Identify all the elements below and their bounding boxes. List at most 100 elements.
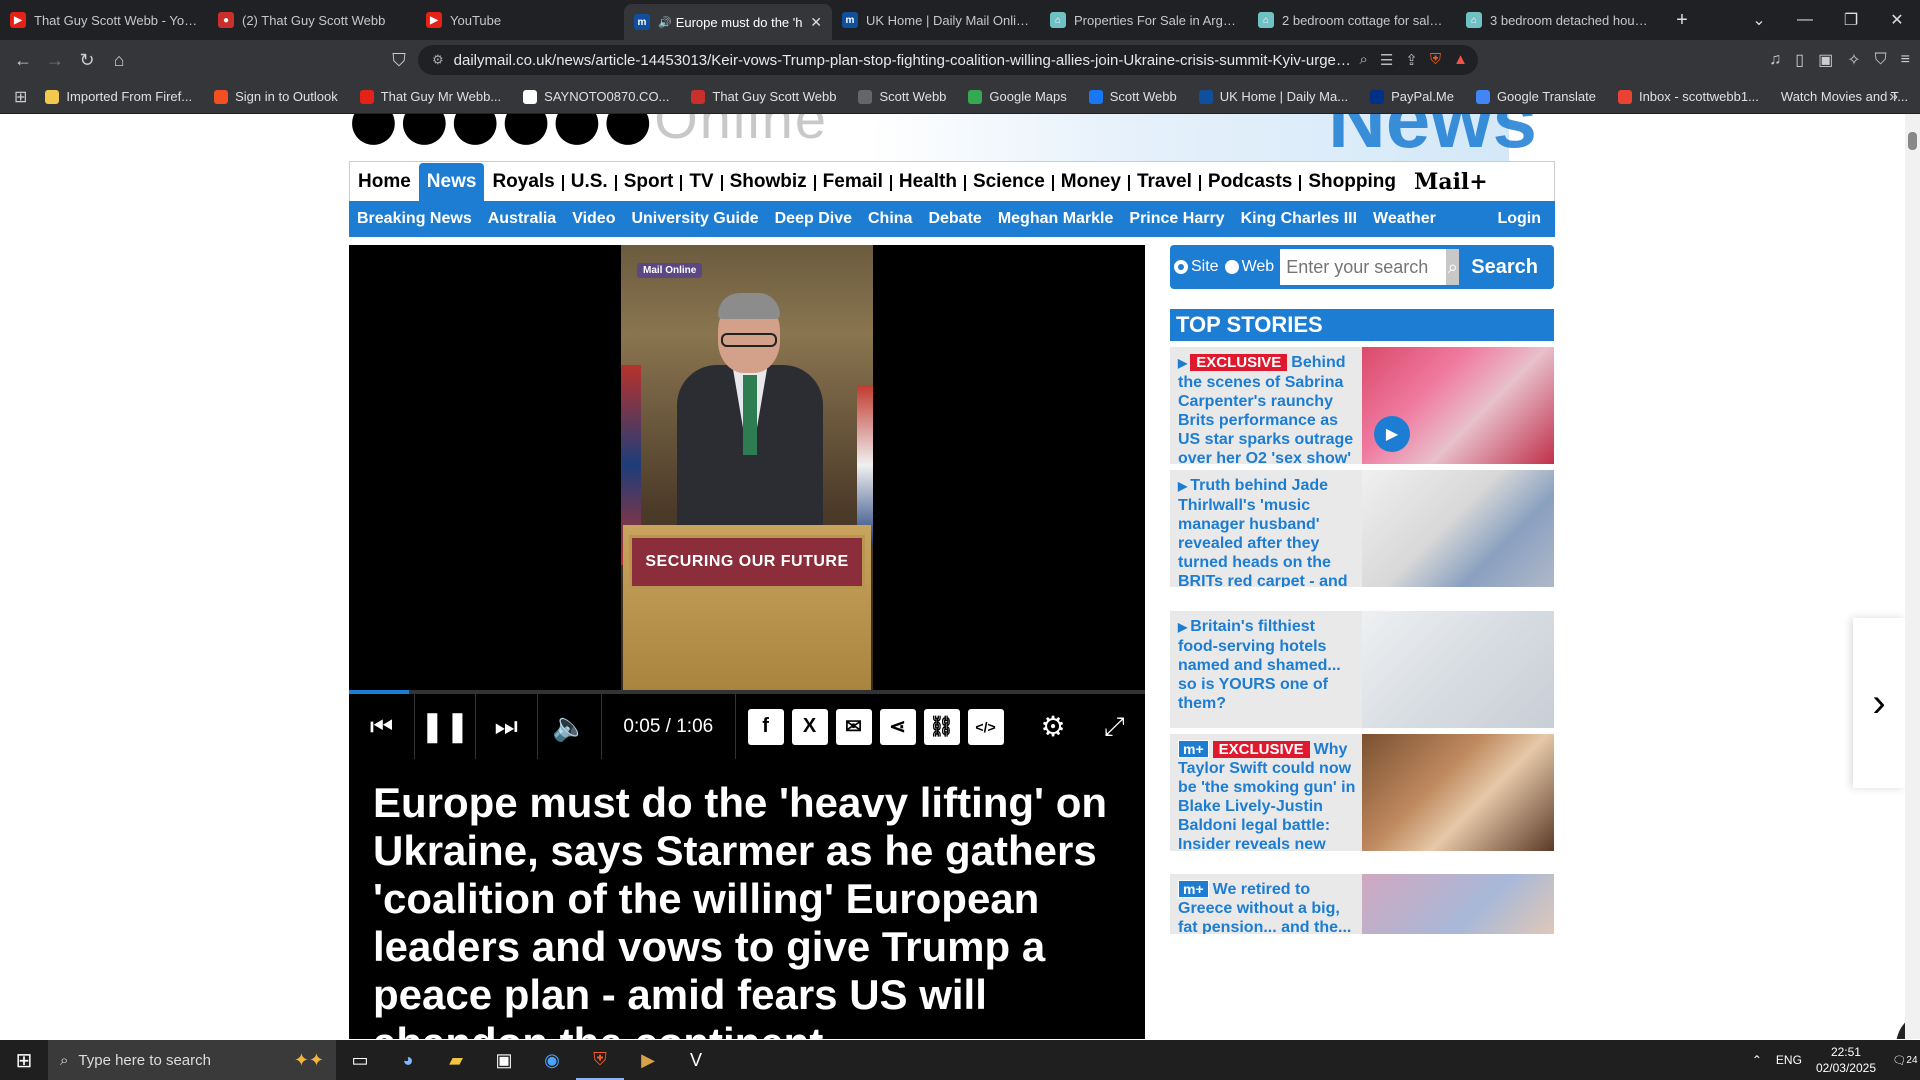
bookmark-item[interactable]: Scott Webb <box>1088 89 1177 104</box>
subnav-item-china[interactable]: China <box>868 210 912 228</box>
nav-item-travel[interactable]: Travel <box>1127 163 1200 201</box>
top-story-thumbnail[interactable] <box>1362 734 1554 851</box>
play-video-icon[interactable]: ▶ <box>1374 416 1410 452</box>
bookmark-item[interactable]: PayPal.Me <box>1370 89 1454 104</box>
reload-icon[interactable]: ↻ <box>72 45 102 75</box>
search-web-radio[interactable]: Web <box>1224 258 1274 276</box>
more-bookmarks-icon[interactable]: » <box>1889 88 1898 106</box>
bookmark-item[interactable]: Imported From Firef... <box>45 89 192 104</box>
page-scrollbar[interactable] <box>1905 114 1920 1039</box>
bookmark-page-icon[interactable]: ⛉ <box>384 45 414 75</box>
top-story-text[interactable]: ▶ Britain's filthiest food-serving hotels… <box>1178 617 1356 713</box>
brave-shields-icon[interactable]: ⛨ <box>1430 51 1441 69</box>
site-logo[interactable]: ●●●●●●Online <box>349 114 828 152</box>
file-explorer-icon[interactable]: ▰ <box>432 1040 480 1080</box>
nav-item-u-s[interactable]: U.S. <box>561 163 616 201</box>
browser-tab[interactable]: ⌂ 2 bedroom cottage for sale in <box>1248 0 1456 40</box>
floating-widget[interactable] <box>1896 1011 1905 1039</box>
subnav-item-australia[interactable]: Australia <box>488 210 556 228</box>
taskbar-search[interactable]: ⌕ Type here to search ✦✦ <box>48 1040 336 1080</box>
vivaldi-icon[interactable]: V <box>672 1040 720 1080</box>
bookmark-item[interactable]: SAYNOTO0870.CO... <box>523 89 669 104</box>
nav-item-tv[interactable]: TV <box>680 163 721 201</box>
embed-icon[interactable]: </> <box>967 708 1004 745</box>
top-story-item[interactable]: m+ We retired to Greece without a big, fa… <box>1170 874 1554 934</box>
bookmark-item[interactable]: Google Maps <box>968 89 1067 104</box>
nav-item-news[interactable]: News <box>418 162 485 201</box>
top-story-item[interactable]: ▶ Truth behind Jade Thirlwall's 'music ma… <box>1170 470 1554 587</box>
back-icon[interactable]: ← <box>8 45 38 75</box>
browser-tab[interactable]: ● (2) That Guy Scott Webb <box>208 0 416 40</box>
top-story-thumbnail[interactable] <box>1362 874 1554 934</box>
nav-item-femail[interactable]: Femail <box>813 163 891 201</box>
top-story-text[interactable]: m+ We retired to Greece without a big, fa… <box>1178 880 1356 934</box>
top-story-item[interactable]: m+ EXCLUSIVE Why Taylor Swift could now be… <box>1170 734 1554 851</box>
menu-icon[interactable]: ≡ <box>1901 51 1910 69</box>
video-player[interactable]: SECURING OUR FUTURE Mail Online ⏮ ❚❚ ⏭ 🔈… <box>349 245 1145 759</box>
brave-rewards-icon[interactable]: ▲ <box>1453 51 1468 69</box>
tab-audio-icon[interactable]: 🔊 <box>658 16 672 29</box>
address-bar[interactable]: ⚙ dailymail.co.uk/news/article-14453013/… <box>418 45 1478 75</box>
forward-icon[interactable]: → <box>40 45 70 75</box>
nav-item-shopping[interactable]: Shopping <box>1299 163 1404 201</box>
store-icon[interactable]: ▣ <box>480 1040 528 1080</box>
subnav-item-breaking-news[interactable]: Breaking News <box>357 210 472 228</box>
top-story-item[interactable]: ▶ Britain's filthiest food-serving hotels… <box>1170 611 1554 728</box>
bookmark-item[interactable]: Sign in to Outlook <box>214 89 338 104</box>
scrollbar-thumb[interactable] <box>1908 132 1917 150</box>
url-text[interactable]: dailymail.co.uk/news/article-14453013/Ke… <box>454 52 1354 69</box>
site-info-icon[interactable]: ⚙ <box>432 52 444 68</box>
top-story-thumbnail[interactable] <box>1362 470 1554 587</box>
nav-item-royals[interactable]: Royals <box>484 163 562 201</box>
previous-video-icon[interactable]: ⏮ <box>349 694 414 759</box>
top-story-thumbnail[interactable] <box>1362 611 1554 728</box>
nav-item-money[interactable]: Money <box>1051 163 1129 201</box>
nav-item-showbiz[interactable]: Showbiz <box>720 163 815 201</box>
language-indicator[interactable]: ENG <box>1776 1053 1802 1067</box>
media-app-icon[interactable]: ▶ <box>624 1040 672 1080</box>
home-icon[interactable]: ⌂ <box>104 45 134 75</box>
next-article-arrow-icon[interactable]: › <box>1853 618 1905 788</box>
email-icon[interactable]: ✉ <box>835 708 872 745</box>
reader-mode-icon[interactable]: ☰ <box>1380 51 1393 69</box>
leo-ai-icon[interactable]: ✧ <box>1847 50 1860 70</box>
top-story-item[interactable]: ▶ EXCLUSIVE Behind the scenes of Sabrina C… <box>1170 347 1554 464</box>
top-story-text[interactable]: m+ EXCLUSIVE Why Taylor Swift could now be… <box>1178 740 1356 851</box>
zoom-icon[interactable]: ⌕ <box>1359 51 1367 69</box>
bookmark-item[interactable]: That Guy Mr Webb... <box>359 89 501 104</box>
browser-tab[interactable]: ⌂ Properties For Sale in Argyll ar <box>1040 0 1248 40</box>
close-window-icon[interactable]: ✕ <box>1874 0 1920 40</box>
browser-tab[interactable]: ▶ YouTube <box>416 0 624 40</box>
next-video-icon[interactable]: ⏭ <box>476 694 537 759</box>
x-twitter-icon[interactable]: X <box>791 708 828 745</box>
search-input[interactable] <box>1280 249 1447 285</box>
apps-grid-icon[interactable]: ⊞ <box>14 87 27 107</box>
restore-icon[interactable]: ❐ <box>1828 0 1874 40</box>
subnav-item-debate[interactable]: Debate <box>928 210 981 228</box>
browser-tab[interactable]: m UK Home | Daily Mail Online <box>832 0 1040 40</box>
video-frame[interactable]: SECURING OUR FUTURE Mail Online <box>621 245 873 690</box>
nav-item-home[interactable]: Home <box>350 163 419 201</box>
nav-item-podcasts[interactable]: Podcasts <box>1198 163 1300 201</box>
subnav-item-king-charles-iii[interactable]: King Charles III <box>1241 210 1357 228</box>
task-view-icon[interactable]: ▭ <box>336 1040 384 1080</box>
tab-search-icon[interactable]: ⌄ <box>1736 0 1782 40</box>
app-icon[interactable]: ◉ <box>528 1040 576 1080</box>
top-story-thumbnail[interactable]: ▶ <box>1362 347 1554 464</box>
wallet-icon[interactable]: ▣ <box>1818 50 1833 70</box>
search-site-radio[interactable]: Site <box>1174 258 1219 276</box>
top-story-text[interactable]: ▶ EXCLUSIVE Behind the scenes of Sabrina C… <box>1178 353 1356 464</box>
link-icon[interactable]: ⛓ <box>923 708 960 745</box>
search-icon[interactable]: ⌕ <box>1446 249 1460 285</box>
pause-icon[interactable]: ❚❚ <box>415 694 474 759</box>
browser-tab[interactable]: ⌂ 3 bedroom detached house fo <box>1456 0 1664 40</box>
tab-close-icon[interactable]: ✕ <box>810 14 822 31</box>
nav-item-sport[interactable]: Sport <box>614 163 682 201</box>
vpn-icon[interactable]: ⛉ <box>1875 51 1887 69</box>
browser-tab[interactable]: m 🔊 Europe must do the 'h ✕ <box>624 4 832 40</box>
windows-start-icon[interactable]: ⊞ <box>0 1040 48 1080</box>
bookmark-item[interactable]: Google Translate <box>1475 89 1596 104</box>
notifications-icon[interactable]: 🗨 24 <box>1890 1048 1920 1072</box>
tray-overflow-icon[interactable]: ⌃ <box>1752 1053 1762 1067</box>
bookmark-item[interactable]: That Guy Scott Webb <box>691 89 836 104</box>
